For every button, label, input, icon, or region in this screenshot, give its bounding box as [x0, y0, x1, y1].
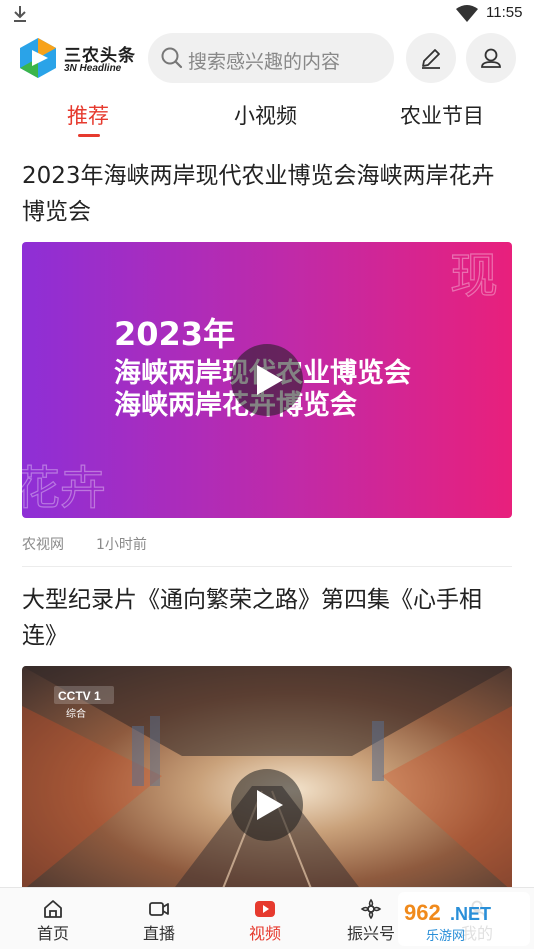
category-tabs: 推荐 小视频 农业节目	[0, 92, 534, 140]
svg-text:.NET: .NET	[450, 904, 491, 924]
play-icon	[257, 365, 283, 395]
tab-farm-programs[interactable]: 农业节目	[400, 100, 484, 130]
user-icon	[481, 48, 501, 68]
nav-home[interactable]: 首页	[0, 888, 106, 949]
article-cover[interactable]: 现 花卉 2023年 海峡两岸现代农业博览会 海峡两岸花卉博览会	[22, 242, 512, 518]
watermark-logo: 962 .NET 乐游网	[398, 892, 530, 946]
tab-recommend[interactable]: 推荐	[67, 100, 109, 130]
wifi-icon	[456, 5, 478, 22]
channel-logo: CCTV 1 综合	[54, 686, 114, 720]
article-title[interactable]: 大型纪录片《通向繁荣之路》第四集《心手相连》	[22, 582, 512, 654]
app-header: 三农头条 3N Headline 搜索感兴趣的内容	[0, 30, 534, 86]
status-bar: 11:55	[0, 0, 534, 28]
search-bar[interactable]: 搜索感兴趣的内容	[148, 33, 394, 83]
channel-logo-text: CCTV 1	[58, 689, 101, 703]
user-button[interactable]	[466, 33, 516, 83]
cover-bg-text-1: 现	[450, 248, 498, 304]
video-play-icon	[255, 901, 275, 917]
article-title[interactable]: 2023年海峡两岸现代农业博览会海峡两岸花卉博览会	[22, 158, 512, 230]
active-tab-indicator	[78, 134, 100, 137]
article-source: 农视网	[22, 537, 64, 553]
play-icon	[257, 790, 283, 820]
channel-sub-text: 综合	[66, 707, 86, 720]
tab-short-video[interactable]: 小视频	[234, 100, 297, 130]
cover-bg-text-2: 花卉	[22, 461, 106, 515]
svg-text:962: 962	[404, 900, 441, 925]
article-card[interactable]: 2023年海峡两岸现代农业博览会海峡两岸花卉博览会 现 花卉 2023年 海峡两…	[22, 158, 512, 558]
download-icon	[14, 6, 26, 22]
article-card[interactable]: 大型纪录片《通向繁荣之路》第四集《心手相连》 CCTV 1 综合	[22, 582, 512, 891]
status-time: 11:55	[486, 4, 523, 21]
play-button[interactable]	[231, 769, 303, 841]
logo-text-en: 3N Headline	[64, 63, 122, 74]
nav-live-label: 直播	[142, 924, 175, 943]
svg-text:乐游网: 乐游网	[426, 929, 465, 944]
nav-video[interactable]: 视频	[212, 888, 318, 949]
publish-button[interactable]	[406, 33, 456, 83]
search-placeholder: 搜索感兴趣的内容	[188, 51, 341, 73]
divider	[22, 566, 512, 567]
nav-home-label: 首页	[36, 924, 69, 943]
cover-line-1: 2023年	[114, 315, 235, 353]
nav-live[interactable]: 直播	[106, 888, 212, 949]
app-logo: 三农头条 3N Headline	[16, 36, 142, 80]
pencil-icon	[422, 49, 440, 69]
flower-icon	[360, 898, 382, 920]
article-time: 1小时前	[96, 537, 147, 553]
logo-mark-icon	[20, 38, 56, 78]
home-icon	[44, 900, 62, 918]
play-button[interactable]	[231, 344, 303, 416]
article-cover[interactable]: CCTV 1 综合	[22, 666, 512, 891]
nav-video-label: 视频	[248, 924, 281, 943]
live-camera-icon	[149, 902, 169, 916]
search-icon	[161, 47, 183, 69]
